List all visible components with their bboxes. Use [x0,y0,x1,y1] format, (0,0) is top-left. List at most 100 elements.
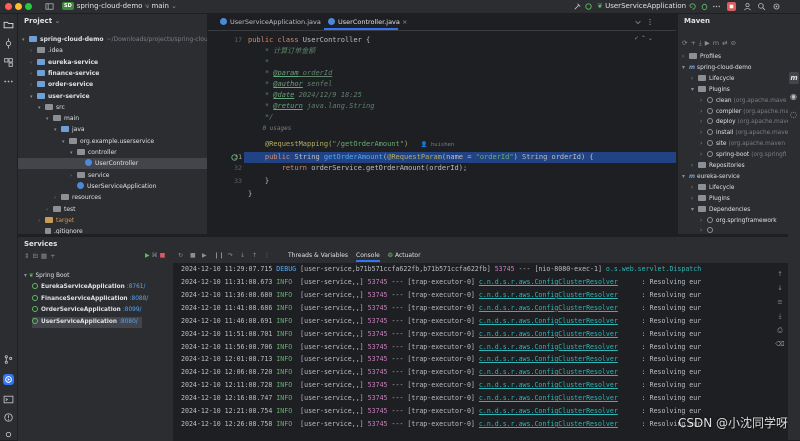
more-actions-icon[interactable] [712,2,721,11]
maven-tree-item[interactable]: ▾ m eureka-service [682,172,740,183]
debug-icon[interactable]: ⌘ [152,252,160,259]
run-icon[interactable]: ▶ [705,39,713,47]
tab-user-controller[interactable]: UserController.java × [324,14,407,30]
tree-item[interactable]: ▾ src [18,102,207,113]
maven-tool-icon[interactable]: m [789,72,799,84]
filter-icon[interactable]: ⊟ [32,252,40,260]
close-window-icon[interactable] [5,3,12,10]
maven-toolbar[interactable]: ⟳+⤓▶m⇄⊘ [682,39,739,48]
code-editor[interactable]: 17 31 32 33 public class UserController { *… [208,31,676,234]
service-port-link[interactable]: :8080/ [119,319,138,325]
settings-gear-icon[interactable] [772,2,781,11]
tab-list-icon[interactable] [634,18,642,26]
services-icon[interactable] [3,374,14,385]
service-item[interactable]: FinanceServiceApplication :8088/ [32,294,152,305]
maven-tree-item[interactable]: › [700,226,716,234]
add-service-icon[interactable]: + [50,252,58,260]
tree-item[interactable]: › service [18,170,207,181]
chevron-right-icon[interactable]: › [700,96,707,107]
search-icon[interactable] [757,2,766,11]
run-config-selector[interactable]: ❦ UserServiceApplication ⌄ [597,0,694,13]
rerun-app-icon[interactable] [688,2,697,11]
tree-item[interactable]: UserServiceApplication [18,181,207,192]
chevron-down-icon[interactable]: ▾ [691,85,698,96]
chevron-right-icon[interactable]: › [682,52,689,63]
maven-tree-item[interactable]: › org.springframework [700,216,777,227]
tab-actuator[interactable]: ❂ Actuator [388,250,421,262]
stop-icon[interactable] [727,2,736,11]
print-icon[interactable]: ⎙ [775,323,785,337]
tab-console[interactable]: Console [356,250,380,262]
problems-icon[interactable] [3,412,14,423]
tree-item[interactable]: ▾ org.example.userservice [18,136,207,147]
chevron-down-icon[interactable]: ▾ [682,172,689,183]
maven-tree-item[interactable]: › deploy (org.apache.mave [700,117,789,128]
tree-item[interactable]: ▾ controller [18,147,207,158]
service-port-link[interactable]: :8761/ [127,284,146,290]
service-item[interactable]: OrderServiceApplication :8099/ [32,305,146,316]
git-branch-icon[interactable] [3,354,14,365]
clear-icon[interactable]: ⌫ [775,337,785,351]
branch-switcher[interactable]: ⑂ main ⌄ [145,0,177,13]
tree-item[interactable]: › target [18,215,207,226]
tree-item[interactable]: › finance-service [18,68,207,79]
service-port-link[interactable]: :8088/ [130,296,149,302]
spring-boot-group[interactable]: ▾ ❦ Spring Boot [24,271,69,282]
maven-tree-item[interactable]: ▾ Dependencies [691,205,750,216]
inspection-widget[interactable]: ✓ ⌃ ⌄ [634,35,653,42]
run-icon[interactable]: ▶ [145,252,152,259]
version-control-icon[interactable] [3,429,14,440]
maven-tree-item[interactable]: › clean (org.apache.mave [700,96,786,107]
tree-item[interactable]: › .idea [18,45,207,56]
close-tab-icon[interactable]: × [402,18,407,26]
soft-wrap-icon[interactable]: ≡ [775,295,785,309]
services-run-toolbar[interactable]: ▶⌘■ [145,252,167,259]
maven-tree-item[interactable]: ▾ m spring-cloud-demo [682,63,751,74]
tree-item[interactable]: › test [18,204,207,215]
pause-icon[interactable]: ❙❙ [214,250,224,262]
step-out-icon[interactable]: ↑ [252,250,257,262]
step-over-icon[interactable]: ↷ [228,250,233,262]
tree-item[interactable]: › order-service [18,79,207,90]
service-item[interactable]: UserServiceApplication :8080/ [32,316,142,328]
tree-item[interactable]: ▾ user-service [18,91,207,102]
toggle-offline-icon[interactable]: ⇄ [722,39,730,47]
tab-threads-variables[interactable]: Threads & Variables [288,250,348,262]
maven-tree-item[interactable]: › Lifecycle [691,183,734,194]
step-into-icon[interactable]: ↓ [240,250,245,262]
notifications-icon[interactable]: ◌ [790,110,797,119]
chevron-right-icon[interactable]: › [700,150,707,161]
zoom-window-icon[interactable] [25,3,32,10]
maven-tree-item[interactable]: › Lifecycle [691,74,734,85]
add-user-icon[interactable] [743,2,752,11]
more-tools-icon[interactable] [3,76,14,87]
tree-item[interactable]: UserController [18,158,207,170]
services-toolbar[interactable]: ⇕⊟▦+ [24,252,59,260]
chevron-down-icon[interactable]: ▾ [682,63,689,74]
resume-icon[interactable]: ▶ [202,250,207,262]
chevron-right-icon[interactable]: › [700,139,707,150]
chevron-right-icon[interactable]: › [700,107,707,118]
project-switcher[interactable]: SD spring-cloud-demo ⌄ [62,0,151,13]
tree-item[interactable]: › resources [18,192,207,203]
chevron-down-icon[interactable]: ▾ [691,205,698,216]
tab-user-service-application[interactable]: UserServiceApplication.java [216,14,325,30]
chevron-right-icon[interactable]: › [691,194,698,205]
chevron-right-icon[interactable]: › [700,128,707,139]
console-side-toolbar[interactable]: ↑ ↓ ≡ ⤓ ⎙ ⌫ [775,267,785,351]
service-port-link[interactable]: :8099/ [123,307,142,313]
terminal-icon[interactable] [3,394,14,405]
service-item[interactable]: EurekaServiceApplication :8761/ [32,282,149,293]
tree-item[interactable]: ▾ main [18,113,207,124]
minimize-window-icon[interactable] [15,3,22,10]
chevron-right-icon[interactable]: › [700,226,707,234]
database-icon[interactable]: ◉ [790,92,797,101]
chevron-right-icon[interactable]: › [691,183,698,194]
maven-tree-item[interactable]: › install (org.apache.mave [700,128,788,139]
maven-tree-item[interactable]: › Profiles [682,52,721,63]
scroll-up-icon[interactable]: ↑ [775,267,785,281]
tree-item[interactable]: › eureka-service [18,57,207,68]
maven-tree-item[interactable]: › spring-boot (org.springfi [700,150,787,161]
skip-tests-icon[interactable]: ⊘ [731,39,739,47]
chevron-right-icon[interactable]: › [691,74,698,85]
